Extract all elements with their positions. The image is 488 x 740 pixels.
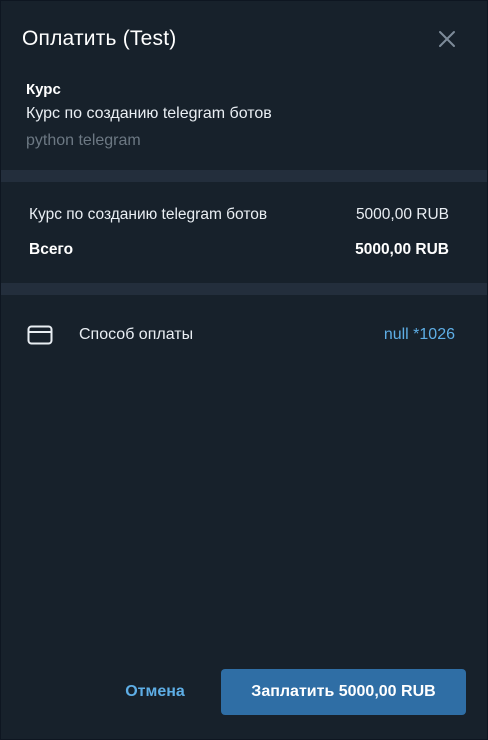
payment-dialog: Оплатить (Test) Курс Курс по созданию te… — [0, 0, 488, 740]
close-icon — [439, 31, 455, 47]
product-description: Курс по созданию telegram ботов — [26, 105, 272, 122]
price-item-label: Курс по созданию telegram ботов — [29, 206, 268, 223]
price-total-amount: 5000,00 RUB — [355, 241, 449, 258]
payment-method-label: Способ оплаты — [79, 326, 194, 343]
cancel-button[interactable]: Отмена — [113, 669, 197, 715]
price-total-label: Всего — [29, 241, 74, 258]
product-meta: python telegram — [26, 132, 141, 149]
close-button[interactable] — [437, 29, 457, 49]
section-divider — [1, 170, 487, 182]
price-total-row: Всего 5000,00 RUB — [29, 236, 449, 271]
price-list: Курс по созданию telegram ботов 5000,00 … — [29, 201, 449, 271]
price-row: Курс по созданию telegram ботов 5000,00 … — [29, 201, 449, 236]
section-divider — [1, 283, 487, 295]
pay-button[interactable]: Заплатить 5000,00 RUB — [221, 669, 466, 715]
product-info: Курс Курс по созданию telegram ботов pyt… — [26, 79, 467, 155]
dialog-header: Оплатить (Test) — [1, 1, 487, 79]
payment-method-value[interactable]: null *1026 — [384, 326, 455, 344]
payment-method-row[interactable]: Способ оплаты null *1026 — [27, 319, 455, 351]
credit-card-icon — [27, 324, 53, 346]
price-item-amount: 5000,00 RUB — [355, 206, 449, 223]
dialog-footer: Отмена Заплатить 5000,00 RUB — [1, 669, 487, 739]
dialog-title: Оплатить (Test) — [22, 27, 177, 50]
product-name: Курс — [26, 81, 61, 98]
